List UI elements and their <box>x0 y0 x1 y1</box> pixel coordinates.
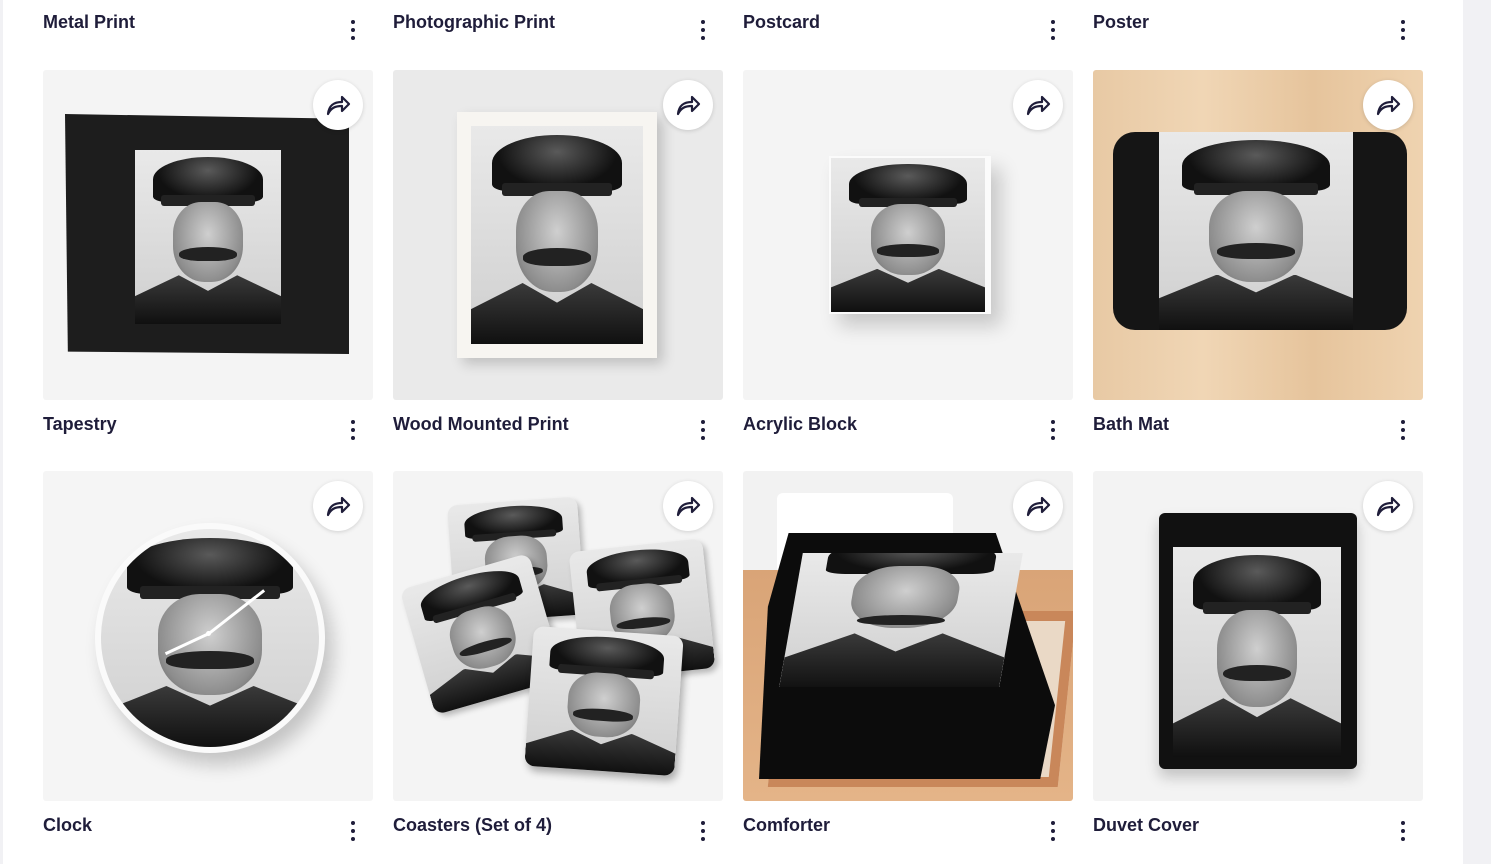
product-image-coasters[interactable] <box>393 471 723 801</box>
product-image-tapestry[interactable] <box>43 70 373 400</box>
product-card[interactable]: Coasters (Set of 4) <box>393 471 723 861</box>
more-vertical-icon[interactable] <box>346 18 360 42</box>
share-arrow-icon <box>326 496 351 517</box>
more-vertical-icon[interactable] <box>1046 18 1060 42</box>
product-title[interactable]: Clock <box>43 815 92 836</box>
portrait-art <box>101 529 319 747</box>
share-arrow-icon <box>676 496 701 517</box>
product-meta: Bath Mat <box>1093 400 1423 460</box>
product-card[interactable]: Wood Mounted Print <box>393 70 723 460</box>
product-image-comforter[interactable] <box>743 471 1073 801</box>
portrait-art <box>135 150 281 324</box>
product-meta: Clock <box>43 801 373 861</box>
product-card[interactable]: Metal Print <box>43 0 373 60</box>
page-edge <box>0 0 3 864</box>
product-card[interactable]: Clock <box>43 471 373 861</box>
share-arrow-icon <box>1376 95 1401 116</box>
share-arrow-icon <box>1376 496 1401 517</box>
portrait-art <box>1173 547 1341 757</box>
more-vertical-icon[interactable] <box>1046 819 1060 843</box>
scrollbar-track[interactable] <box>1463 0 1491 864</box>
portrait-art <box>1159 132 1353 330</box>
product-meta: Photographic Print <box>393 0 723 60</box>
product-title[interactable]: Coasters (Set of 4) <box>393 815 552 836</box>
product-image-bath-mat[interactable] <box>1093 70 1423 400</box>
more-vertical-icon[interactable] <box>1396 418 1410 442</box>
product-meta: Metal Print <box>43 0 373 60</box>
more-vertical-icon[interactable] <box>696 418 710 442</box>
product-title[interactable]: Acrylic Block <box>743 414 857 435</box>
product-title[interactable]: Photographic Print <box>393 12 555 33</box>
product-meta: Acrylic Block <box>743 400 1073 460</box>
share-button[interactable] <box>1013 481 1063 531</box>
more-vertical-icon[interactable] <box>346 819 360 843</box>
share-button[interactable] <box>663 80 713 130</box>
product-meta: Tapestry <box>43 400 373 460</box>
product-card[interactable]: Duvet Cover <box>1093 471 1423 861</box>
share-arrow-icon <box>1026 95 1051 116</box>
product-title[interactable]: Tapestry <box>43 414 117 435</box>
share-button[interactable] <box>1363 481 1413 531</box>
product-title[interactable]: Comforter <box>743 815 830 836</box>
share-button[interactable] <box>313 481 363 531</box>
product-meta: Coasters (Set of 4) <box>393 801 723 861</box>
more-vertical-icon[interactable] <box>1396 819 1410 843</box>
share-button[interactable] <box>663 481 713 531</box>
product-row-1: Metal Print Photographic Print Postcard … <box>43 0 1423 60</box>
product-card[interactable]: Postcard <box>743 0 1073 60</box>
product-title[interactable]: Postcard <box>743 12 820 33</box>
product-meta: Wood Mounted Print <box>393 400 723 460</box>
product-title[interactable]: Metal Print <box>43 12 135 33</box>
product-card[interactable]: Bath Mat <box>1093 70 1423 460</box>
more-vertical-icon[interactable] <box>696 18 710 42</box>
share-arrow-icon <box>1026 496 1051 517</box>
product-title[interactable]: Duvet Cover <box>1093 815 1199 836</box>
product-card[interactable]: Poster <box>1093 0 1423 60</box>
product-image-duvet-cover[interactable] <box>1093 471 1423 801</box>
product-title[interactable]: Poster <box>1093 12 1149 33</box>
portrait-art <box>831 158 985 312</box>
more-vertical-icon[interactable] <box>1396 18 1410 42</box>
product-meta: Postcard <box>743 0 1073 60</box>
share-button[interactable] <box>1363 80 1413 130</box>
product-card[interactable]: Acrylic Block <box>743 70 1073 460</box>
share-arrow-icon <box>326 95 351 116</box>
product-title[interactable]: Bath Mat <box>1093 414 1169 435</box>
portrait-art <box>779 553 1023 687</box>
share-button[interactable] <box>1013 80 1063 130</box>
more-vertical-icon[interactable] <box>346 418 360 442</box>
product-meta: Duvet Cover <box>1093 801 1423 861</box>
product-card[interactable]: Comforter <box>743 471 1073 861</box>
coaster <box>524 625 684 777</box>
product-meta: Comforter <box>743 801 1073 861</box>
product-card[interactable]: Photographic Print <box>393 0 723 60</box>
product-image-wood-mounted-print[interactable] <box>393 70 723 400</box>
share-arrow-icon <box>676 95 701 116</box>
product-meta: Poster <box>1093 0 1423 60</box>
more-vertical-icon[interactable] <box>1046 418 1060 442</box>
product-title[interactable]: Wood Mounted Print <box>393 414 569 435</box>
product-image-acrylic-block[interactable] <box>743 70 1073 400</box>
product-image-clock[interactable] <box>43 471 373 801</box>
more-vertical-icon[interactable] <box>696 819 710 843</box>
portrait-art <box>471 126 643 344</box>
share-button[interactable] <box>313 80 363 130</box>
product-card[interactable]: Tapestry <box>43 70 373 460</box>
